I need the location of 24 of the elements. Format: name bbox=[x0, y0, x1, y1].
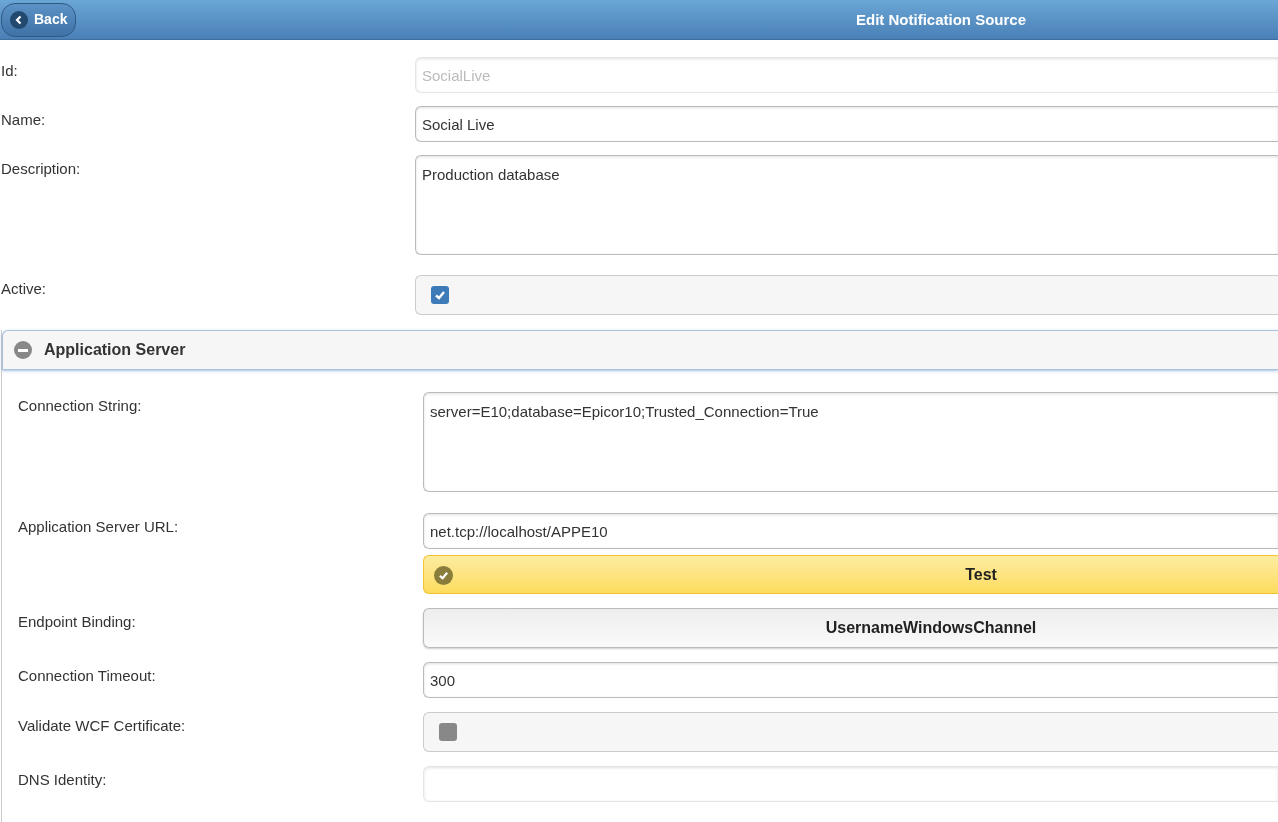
section-header[interactable]: Application Server bbox=[2, 330, 1278, 370]
field-label: Connection Timeout: bbox=[18, 667, 156, 684]
checkbox[interactable] bbox=[439, 723, 457, 741]
text-field[interactable]: 300 bbox=[423, 662, 1278, 698]
checkbox[interactable] bbox=[431, 286, 449, 304]
field-label: Id: bbox=[1, 62, 18, 79]
field-label: DNS Identity: bbox=[18, 771, 107, 788]
field-label: Validate WCF Certificate: bbox=[18, 717, 186, 734]
field-label: Endpoint Binding: bbox=[18, 613, 136, 630]
test-button[interactable]: Test bbox=[423, 555, 1278, 594]
text-field[interactable]: Social Live bbox=[415, 106, 1278, 142]
text-area[interactable]: server=E10;database=Epicor10;Trusted_Connection=True bbox=[423, 392, 1278, 492]
back-button[interactable]: Back bbox=[1, 2, 77, 37]
text-field[interactable]: net.tcp://localhost/APPE10 bbox=[423, 513, 1278, 549]
field-label: Description: bbox=[1, 160, 81, 177]
text-area[interactable]: Production database bbox=[415, 155, 1278, 255]
page-title: Edit Notification Source bbox=[856, 10, 1026, 30]
field-label: Name: bbox=[1, 111, 46, 128]
field-label: Connection String: bbox=[18, 397, 142, 414]
checkmark-icon bbox=[434, 289, 446, 301]
chevron-left-icon bbox=[10, 10, 28, 29]
field-label: Application Server URL: bbox=[18, 518, 179, 535]
select-button[interactable]: UsernameWindowsChannel bbox=[423, 608, 1278, 648]
field-label: Active: bbox=[1, 280, 46, 297]
